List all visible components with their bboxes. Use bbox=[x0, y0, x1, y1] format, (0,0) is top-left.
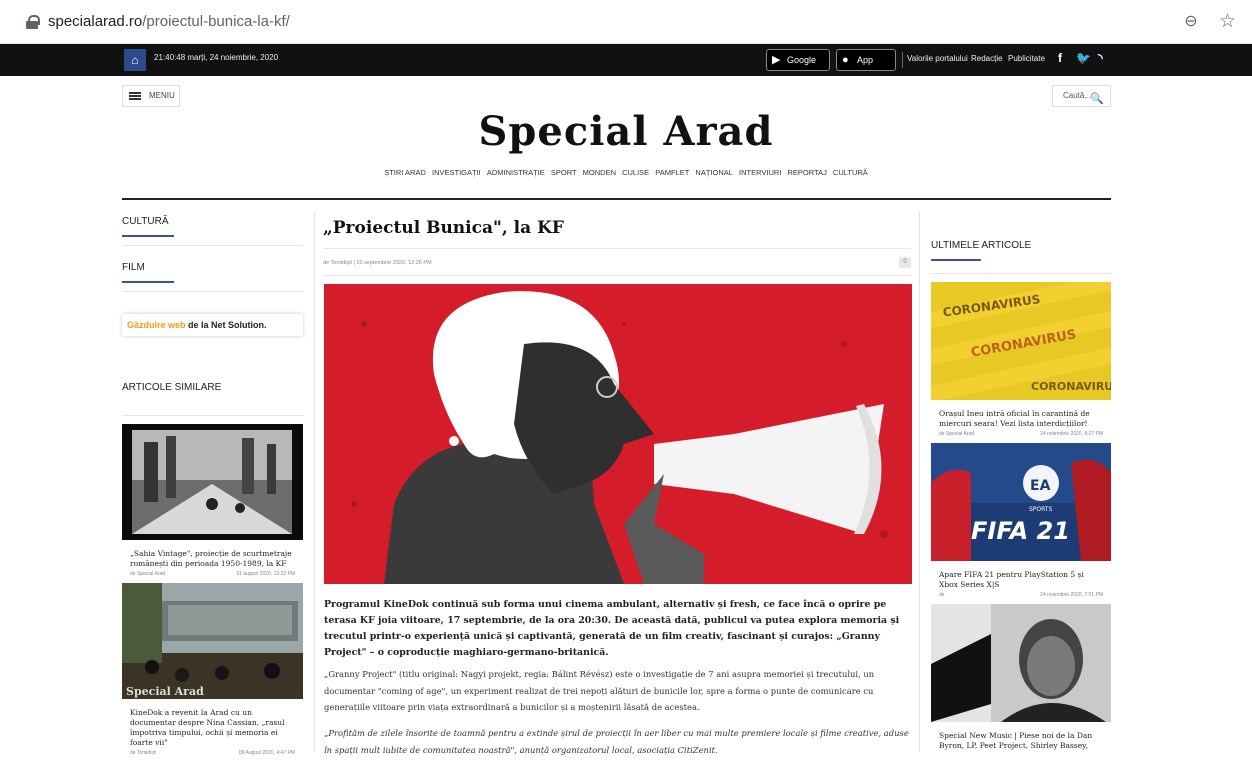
apple-icon: ● bbox=[842, 54, 849, 66]
facebook-icon[interactable]: f bbox=[1058, 51, 1062, 65]
card-meta: de Special Arad 31 august 2020, 12:32 PM bbox=[130, 571, 295, 577]
card-title[interactable]: Special New Music | Piese noi de la Dan … bbox=[931, 727, 1111, 751]
svg-text:Special Arad: Special Arad bbox=[126, 685, 204, 698]
home-icon[interactable]: ⌂ bbox=[124, 49, 146, 71]
app-store-button[interactable]: ● App Store bbox=[836, 49, 896, 85]
card-title[interactable]: Orașul Ineu intră oficial în carantină d… bbox=[931, 405, 1111, 429]
zoom-icon[interactable]: ⊖ bbox=[1183, 13, 1199, 30]
top-bar: ⌂ 21:40:48 marți, 24 noiembrie, 2020 ▶ Go… bbox=[0, 44, 1252, 85]
nav-administratie[interactable]: ADMINISTRAȚIE bbox=[487, 168, 545, 177]
nav-pamflet[interactable]: PAMFLET bbox=[655, 168, 689, 177]
article-meta: de Tomidiști | 10 septembrie 2020, 12:26… bbox=[323, 248, 911, 276]
svg-text:EA: EA bbox=[1030, 478, 1051, 494]
article-title: „Proiectul Bunica", la KF bbox=[323, 218, 564, 238]
article-lead: Programul KineDok continuă sub forma unu… bbox=[324, 599, 900, 658]
list-item[interactable]: Special New Music | Piese noi de la Dan … bbox=[931, 604, 1111, 751]
card-meta: de Tomidiști 09 August 2020, 4:47 PM bbox=[130, 750, 295, 756]
play-icon: ▶ bbox=[772, 54, 781, 66]
article-hero-image bbox=[324, 284, 912, 584]
lock-icon bbox=[26, 14, 40, 29]
article-paragraph: „Profităm de zilele însorite de toamnă p… bbox=[324, 728, 909, 755]
datetime: 21:40:48 marți, 24 noiembrie, 2020 bbox=[154, 53, 279, 62]
list-item[interactable]: Special Arad KineDok a revenit la Arad c… bbox=[122, 583, 303, 762]
card-image[interactable] bbox=[931, 604, 1111, 722]
link-redactie[interactable]: Redacție bbox=[971, 54, 1003, 63]
bookmark-star-icon[interactable]: ☆ bbox=[1219, 10, 1236, 33]
right-sidebar: ULTIMELE ARTICOLE CORONAVIRUS CORONAVIRU… bbox=[903, 200, 1138, 751]
nav-reportaj[interactable]: REPORTAJ bbox=[788, 168, 827, 177]
card-title[interactable]: Apare FIFA 21 pentru PlayStation 5 și Xb… bbox=[931, 566, 1111, 590]
nav-investigatii[interactable]: INVESTIGAȚII bbox=[432, 168, 481, 177]
search-icon: 🔍 bbox=[1090, 93, 1104, 105]
card-title[interactable]: „Sahia Vintage", proiecție de scurtmetra… bbox=[122, 545, 303, 569]
list-item[interactable]: CORONAVIRUS CORONAVIRUS CORONAVIRUS Oraș… bbox=[903, 272, 1138, 443]
latest-articles-heading: ULTIMELE ARTICOLE bbox=[931, 200, 1111, 269]
category-film[interactable]: FILM bbox=[122, 246, 303, 291]
list-item[interactable]: EA SPORTS FIFA 21 Apare FIFA 21 pentru P… bbox=[931, 443, 1111, 604]
article-paragraph: „Granny Project" (titlu original: Nagyi … bbox=[324, 669, 875, 712]
svg-text:SPORTS: SPORTS bbox=[1029, 506, 1053, 513]
twitter-icon[interactable]: 🐦 bbox=[1076, 51, 1091, 65]
left-sidebar: CULTURĂ FILM Găzduire web de la Net Solu… bbox=[122, 200, 303, 762]
hamburger-icon bbox=[129, 92, 141, 100]
url-text[interactable]: specialarad.ro/proiectul-bunica-la-kf/ bbox=[48, 13, 1183, 30]
menu-button[interactable]: MENIU bbox=[122, 85, 180, 107]
list-item[interactable]: „Sahia Vintage", proiecție de scurtmetra… bbox=[122, 424, 303, 583]
google-play-button[interactable]: ▶ Google Play bbox=[766, 49, 830, 85]
card-meta: de Special Arad 24 noiembrie 2020, 8:27 P… bbox=[939, 431, 1103, 437]
svg-text:CORONAVIRUS: CORONAVIRUS bbox=[1031, 380, 1111, 393]
link-valorile-portalului[interactable]: Valorile portalului bbox=[907, 54, 968, 63]
svg-text:FIFA 21: FIFA 21 bbox=[971, 517, 1070, 545]
article: „Proiectul Bunica", la KF de Tomidiști |… bbox=[314, 212, 920, 755]
card-image[interactable]: EA SPORTS FIFA 21 bbox=[931, 443, 1111, 561]
card-title[interactable]: KineDok a revenit la Arad cu un document… bbox=[122, 704, 303, 748]
hosting-ad[interactable]: Găzduire web de la Net Solution. bbox=[122, 314, 303, 336]
nav-cultura[interactable]: CULTURĂ bbox=[833, 168, 868, 177]
nav-monden[interactable]: MONDEN bbox=[583, 168, 616, 177]
card-image[interactable]: CORONAVIRUS CORONAVIRUS CORONAVIRUS bbox=[903, 272, 1138, 404]
main-nav: ȘTIRI ARAD INVESTIGAȚII ADMINISTRAȚIE SP… bbox=[0, 168, 1252, 177]
comment-count-badge[interactable]: 0 bbox=[899, 257, 911, 268]
similar-articles-heading: ARTICOLE SIMILARE bbox=[122, 382, 222, 393]
search-button[interactable]: Caută... 🔍 bbox=[1052, 85, 1111, 107]
divider bbox=[902, 52, 903, 68]
nav-stiri-arad[interactable]: ȘTIRI ARAD bbox=[384, 168, 426, 177]
nav-culise[interactable]: CULISE bbox=[622, 168, 649, 177]
category-cultura[interactable]: CULTURĂ bbox=[122, 200, 303, 245]
nav-national[interactable]: NAȚIONAL bbox=[695, 168, 733, 177]
rss-icon[interactable]: ◝ bbox=[1098, 51, 1103, 65]
site-logo[interactable]: Special Arad bbox=[0, 108, 1252, 155]
card-image[interactable] bbox=[122, 424, 303, 540]
browser-address-bar[interactable]: specialarad.ro/proiectul-bunica-la-kf/ ⊖… bbox=[0, 0, 1252, 44]
card-image[interactable]: Special Arad bbox=[122, 583, 303, 699]
nav-interviuri[interactable]: INTERVIURI bbox=[739, 168, 781, 177]
link-publicitate[interactable]: Publicitate bbox=[1008, 54, 1045, 63]
card-meta: de 24 noiembrie 2020, 7:01 PM bbox=[939, 592, 1103, 598]
nav-sport[interactable]: SPORT bbox=[551, 168, 577, 177]
